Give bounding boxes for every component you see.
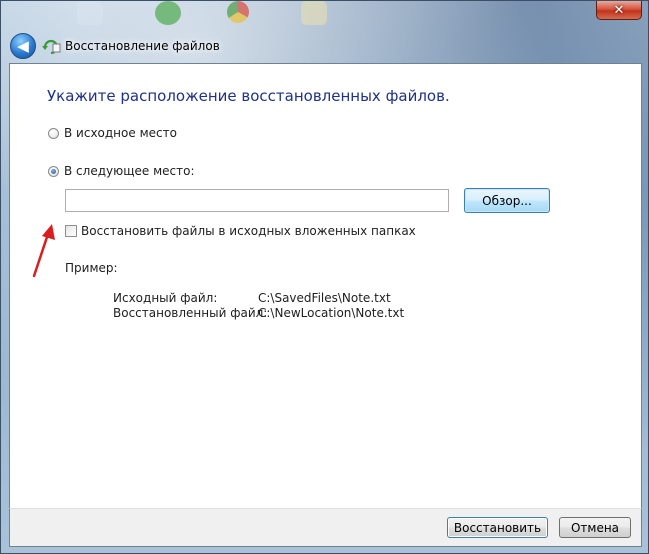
example-source-path: C:\SavedFiles\Note.txt xyxy=(258,291,391,305)
example-restored-path: C:\NewLocation\Note.txt xyxy=(258,306,405,320)
radio-button-unchecked[interactable] xyxy=(48,127,59,139)
desktop-icon-blurred xyxy=(301,1,327,25)
radio-other-label: В следующее место: xyxy=(64,164,195,178)
preserve-folders-option[interactable]: Восстановить файлы в исходных вложенных … xyxy=(65,224,416,238)
close-button[interactable]: ✕ xyxy=(596,1,642,20)
location-path-input[interactable] xyxy=(65,189,449,212)
content-pane: Укажите расположение восстановленных фай… xyxy=(9,63,642,509)
preserve-folders-checkbox[interactable] xyxy=(65,225,77,237)
back-arrow-icon: ◀ xyxy=(17,37,29,55)
example-restored-name: Восстановленный файл: xyxy=(113,306,268,320)
close-icon: ✕ xyxy=(613,2,625,18)
radio-original-location[interactable]: В исходное место xyxy=(48,126,177,140)
page-heading: Укажите расположение восстановленных фай… xyxy=(47,87,450,105)
restore-files-icon xyxy=(42,39,61,54)
red-arrow-annotation-icon xyxy=(32,224,55,278)
dialog-footer: Восстановить Отмена xyxy=(9,508,642,547)
example-label: Пример: xyxy=(65,261,118,275)
back-button[interactable]: ◀ xyxy=(10,33,36,59)
window-frame: ✕ ◀ Восстановление файлов Укажите распол… xyxy=(0,0,649,554)
cancel-button[interactable]: Отмена xyxy=(559,517,631,538)
window-title: Восстановление файлов xyxy=(65,39,220,53)
desktop-icon-blurred xyxy=(155,1,181,25)
desktop-icon-blurred xyxy=(227,1,249,23)
radio-other-location[interactable]: В следующее место: xyxy=(48,164,195,178)
radio-button-checked[interactable] xyxy=(48,165,59,177)
example-source-name: Исходный файл: xyxy=(113,291,218,305)
restore-button[interactable]: Восстановить xyxy=(447,517,548,538)
preserve-folders-label: Восстановить файлы в исходных вложенных … xyxy=(81,224,416,238)
radio-original-label: В исходное место xyxy=(64,126,177,140)
browse-button[interactable]: Обзор... xyxy=(464,188,550,213)
desktop-icon-blurred xyxy=(77,1,103,25)
